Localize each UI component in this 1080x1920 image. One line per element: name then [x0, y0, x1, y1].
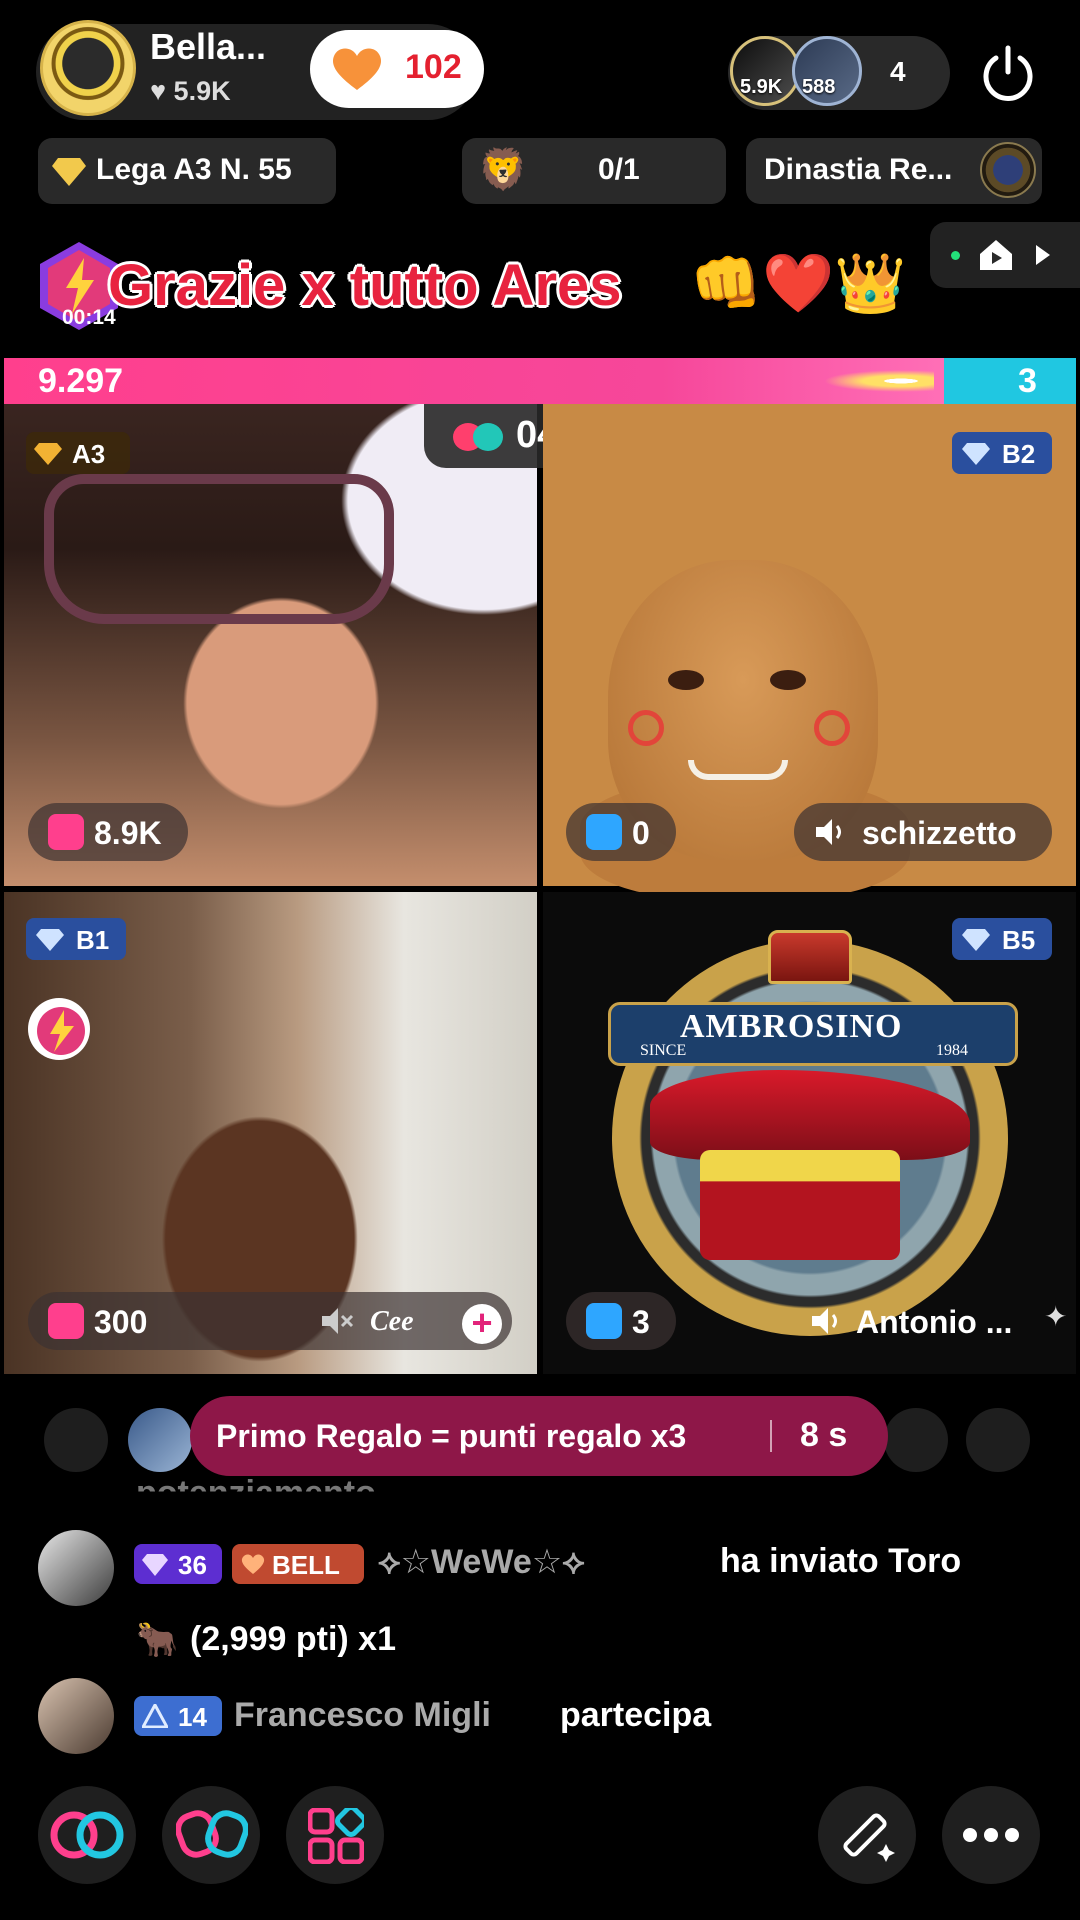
logo-truck: [700, 1150, 900, 1260]
empty-seat-1[interactable]: [44, 1408, 108, 1472]
gift-icon: [48, 1303, 84, 1339]
muted-speaker-icon: [322, 1308, 354, 1334]
apps-button[interactable]: [286, 1786, 384, 1884]
chat-level-badge-1: 36: [134, 1544, 222, 1584]
score-bar-left-fill: [4, 358, 944, 404]
gift-icon: [48, 814, 84, 850]
banner-emoji: 👊❤️👑: [690, 251, 907, 316]
triangle-icon: [142, 1704, 168, 1728]
host-name: Bella...: [150, 26, 267, 67]
league-label: Lega A3 N. 55: [96, 153, 292, 186]
diamond-icon: [142, 1554, 168, 1576]
chat-fan-label-1: BELL: [272, 1550, 340, 1580]
score-right: 3: [1018, 362, 1037, 400]
gift-count-4: 3: [632, 1304, 650, 1340]
faded-chat-line: potenziamento: [136, 1474, 376, 1512]
battle-button[interactable]: [162, 1786, 260, 1884]
chat-message-1: ha inviato Toro: [720, 1542, 962, 1580]
heart-icon: [332, 48, 382, 90]
chat-gift-detail-1: (2,999 pti) x1: [190, 1620, 396, 1658]
rank-label-3: B1: [76, 925, 110, 955]
chat-level-2: 14: [178, 1702, 207, 1732]
boxing-gloves-icon: [453, 423, 503, 451]
rank-label-2: B2: [1002, 439, 1036, 469]
chat-level-1: 36: [178, 1550, 207, 1580]
more-options-button[interactable]: [942, 1786, 1040, 1884]
rank-label-4: B5: [1002, 925, 1036, 955]
chat-message-2: partecipa: [560, 1696, 712, 1734]
gold-gem-icon: [34, 443, 62, 465]
gold-diamond-icon: [52, 158, 86, 186]
dynasty-label: Dinastia Re...: [764, 153, 953, 186]
blue-gem-icon: [962, 929, 990, 951]
task-progress: 0/1: [598, 153, 640, 186]
host-avatar[interactable]: [40, 20, 136, 116]
host-likes-value: 5.9K: [173, 76, 231, 106]
chat-avatar-2[interactable]: [38, 1678, 114, 1754]
logo-brand: AMBROSINO: [680, 1008, 903, 1045]
logo-since: SINCE: [640, 1042, 687, 1059]
home-icon[interactable]: [978, 238, 1014, 272]
heart-count: 102: [405, 48, 462, 86]
top-viewer-2-score: 588: [802, 76, 836, 98]
bull-gift-icon: 🐂: [136, 1621, 179, 1659]
empty-seat-4[interactable]: [966, 1408, 1030, 1472]
magic-wand-button[interactable]: [818, 1786, 916, 1884]
logo-year: 1984: [936, 1042, 968, 1059]
rank-badge-2: B2: [952, 432, 1052, 474]
power-icon[interactable]: [978, 44, 1038, 104]
heart-outline-icon: ♥: [150, 76, 167, 106]
score-spark: [824, 370, 934, 392]
blue-gem-icon: [962, 443, 990, 465]
tip-countdown: 8 s: [800, 1416, 848, 1454]
lion-icon: 🦁: [478, 148, 528, 192]
fan-heart-icon: [241, 1554, 265, 1574]
guest-name-4: Antonio ...: [856, 1304, 1013, 1340]
link-button[interactable]: [38, 1786, 136, 1884]
gift-icon: [586, 1303, 622, 1339]
viewer-count: 4: [890, 56, 906, 87]
rank-badge-4: B5: [952, 918, 1052, 960]
speaker-icon: [812, 1308, 837, 1334]
guest-name-2: schizzetto: [862, 815, 1017, 851]
seat-avatar-2[interactable]: [128, 1408, 192, 1472]
crown-emblem: [768, 930, 852, 984]
rank-badge-3: B1: [26, 918, 126, 960]
expand-arrow-icon[interactable]: [1036, 245, 1050, 265]
rank-label-1: A3: [72, 439, 106, 469]
rank-badge-1: A3: [26, 432, 130, 474]
boxing-gloves-icon: [176, 1810, 248, 1858]
gift-icon: [586, 814, 622, 850]
tip-text: Primo Regalo = punti regalo x3: [216, 1418, 687, 1454]
more-dots-icon: [963, 1828, 1019, 1842]
tip-divider: [770, 1420, 772, 1452]
glasses-shape: [44, 474, 394, 624]
add-guest-button[interactable]: +: [462, 1304, 502, 1344]
chat-level-badge-2: 14: [134, 1696, 222, 1736]
host-likes: ♥ 5.9K: [150, 76, 231, 107]
blue-gem-icon: [36, 929, 64, 951]
link-icon: [50, 1811, 124, 1859]
dynasty-badge-icon: [980, 142, 1036, 198]
boost-badge-icon[interactable]: [26, 996, 92, 1062]
chat-username-1[interactable]: ⟡☆WeWe☆⟡: [378, 1542, 585, 1582]
guest-name-3: Cee: [370, 1306, 414, 1337]
empty-seat-3[interactable]: [884, 1408, 948, 1472]
chat-fan-badge-1: BELL: [232, 1544, 364, 1584]
apps-grid-icon: [308, 1808, 364, 1864]
gift-count-1: 8.9K: [94, 815, 162, 851]
chat-avatar-1[interactable]: [38, 1530, 114, 1606]
gift-count-3: 300: [94, 1304, 148, 1340]
score-left: 9.297: [38, 362, 124, 400]
sparkle-icon: ✦: [1044, 1301, 1068, 1332]
banner-message: Grazie x tutto Ares: [108, 253, 622, 318]
chat-username-2[interactable]: Francesco Migli: [234, 1696, 491, 1735]
top-viewer-1-score: 5.9K: [740, 76, 783, 98]
gift-count-2: 0: [632, 815, 650, 851]
status-dot: [951, 251, 960, 260]
magic-wand-icon: [843, 1813, 895, 1862]
speaker-icon: [816, 819, 841, 845]
